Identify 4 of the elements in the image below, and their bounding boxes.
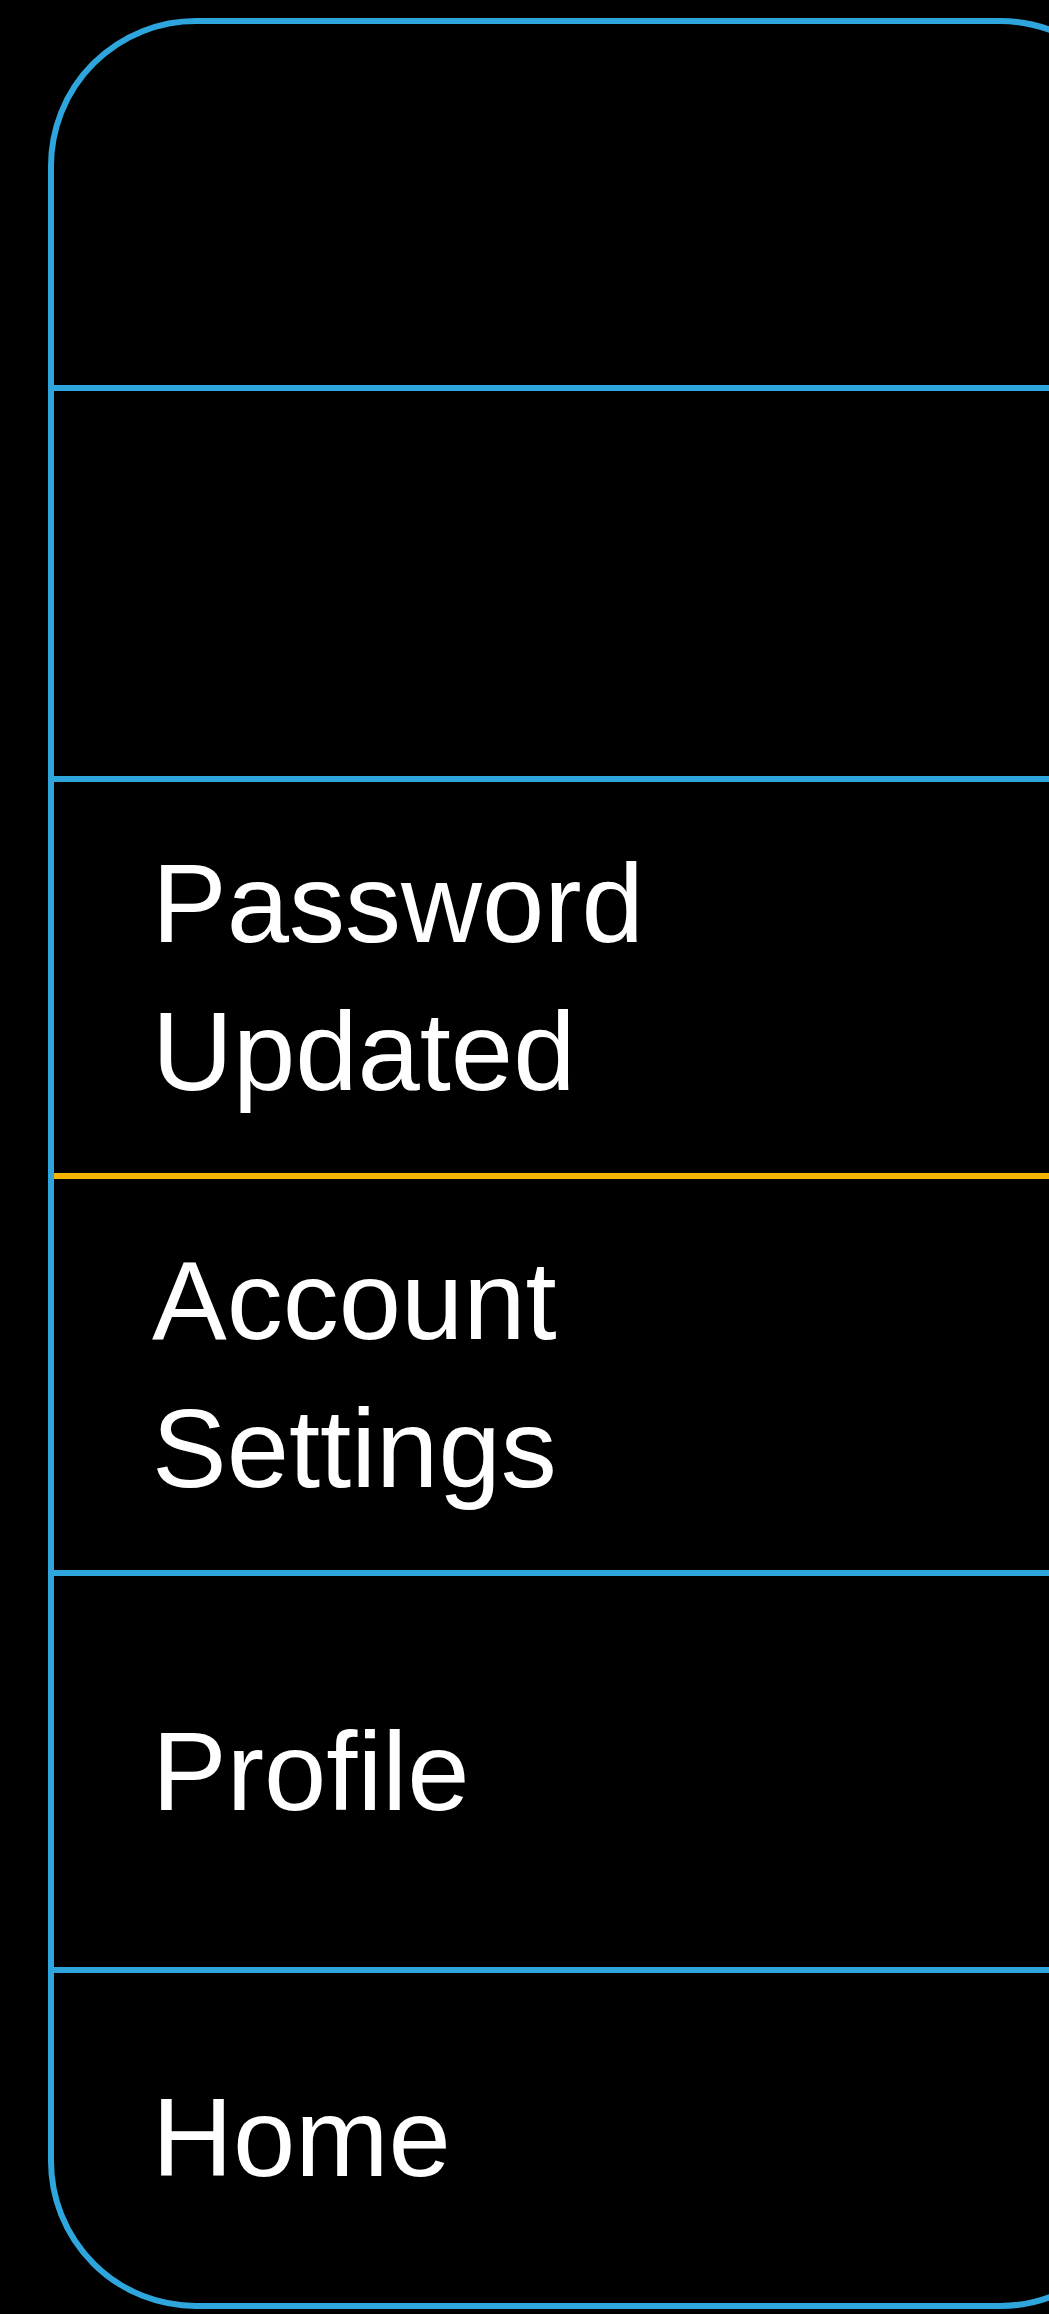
row-title: Account Settings (152, 1236, 557, 1513)
row-title: Password Updated (152, 839, 644, 1116)
row-title: Home (152, 2074, 451, 2202)
row-title: Profile (152, 1707, 470, 1836)
